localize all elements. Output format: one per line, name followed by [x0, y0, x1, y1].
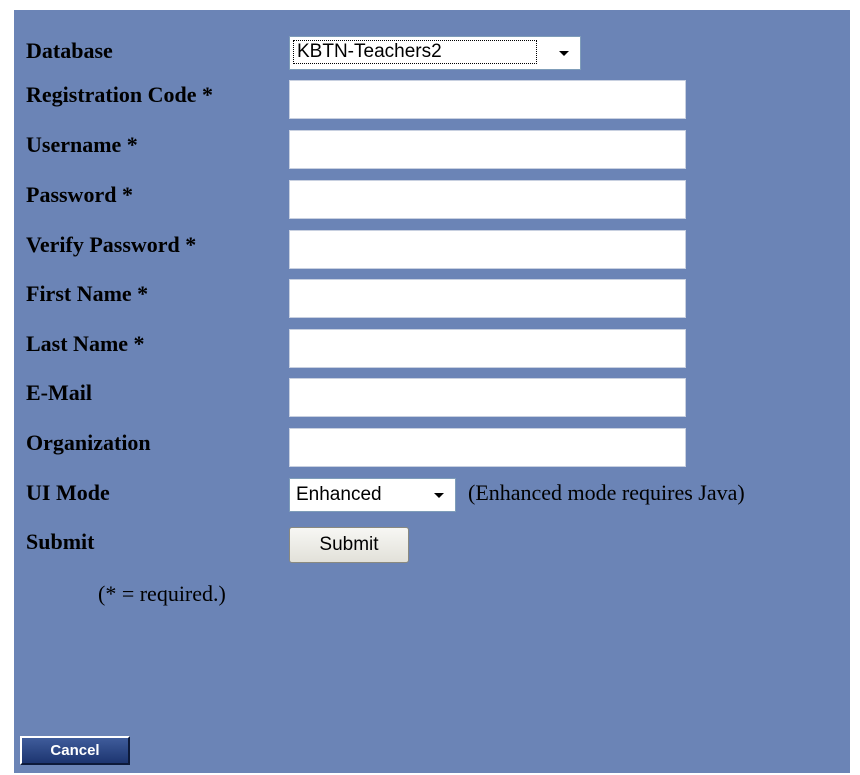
chevron-down-icon [550, 40, 577, 66]
database-select[interactable]: KBTN-Teachers2 [289, 36, 581, 70]
ui-mode-selected-value: Enhanced [296, 484, 382, 505]
database-label: Database [26, 38, 113, 63]
row-ui-mode: UI Mode Enhanced (Enhanced mode requires… [26, 478, 850, 522]
first-name-label: First Name * [26, 281, 149, 306]
required-note: (* = required.) [98, 581, 226, 606]
row-submit: Submit Submit [26, 527, 846, 571]
row-organization: Organization [26, 428, 846, 472]
row-database: Database KBTN-Teachers2 [26, 36, 846, 80]
submit-button[interactable]: Submit [289, 527, 409, 563]
verify-password-label: Verify Password * [26, 232, 197, 257]
organization-label: Organization [26, 430, 151, 455]
verify-password-input[interactable] [289, 230, 686, 269]
registration-code-label: Registration Code * [26, 82, 213, 107]
ui-mode-note: (Enhanced mode requires Java) [468, 480, 745, 505]
email-input[interactable] [289, 378, 686, 417]
email-label: E-Mail [26, 380, 92, 405]
registration-code-input[interactable] [289, 80, 686, 119]
submit-label: Submit [26, 529, 95, 554]
row-last-name: Last Name * [26, 329, 846, 373]
row-first-name: First Name * [26, 279, 846, 323]
row-email: E-Mail [26, 378, 846, 422]
row-password: Password * [26, 180, 846, 224]
row-verify-password: Verify Password * [26, 230, 846, 274]
last-name-label: Last Name * [26, 331, 145, 356]
password-label: Password * [26, 182, 133, 207]
ui-mode-label: UI Mode [26, 480, 110, 505]
ui-mode-select[interactable]: Enhanced [289, 478, 456, 512]
password-input[interactable] [289, 180, 686, 219]
registration-panel: Database KBTN-Teachers2 Registration Cod… [14, 10, 850, 773]
cancel-button[interactable]: Cancel [20, 736, 130, 765]
username-label: Username * [26, 132, 138, 157]
last-name-input[interactable] [289, 329, 686, 368]
database-selected-value: KBTN-Teachers2 [293, 40, 537, 64]
first-name-input[interactable] [289, 279, 686, 318]
chevron-down-icon [425, 482, 452, 508]
row-registration-code: Registration Code * [26, 80, 846, 124]
username-input[interactable] [289, 130, 686, 169]
row-username: Username * [26, 130, 846, 174]
organization-input[interactable] [289, 428, 686, 467]
row-required-note: (* = required.) [98, 579, 398, 623]
